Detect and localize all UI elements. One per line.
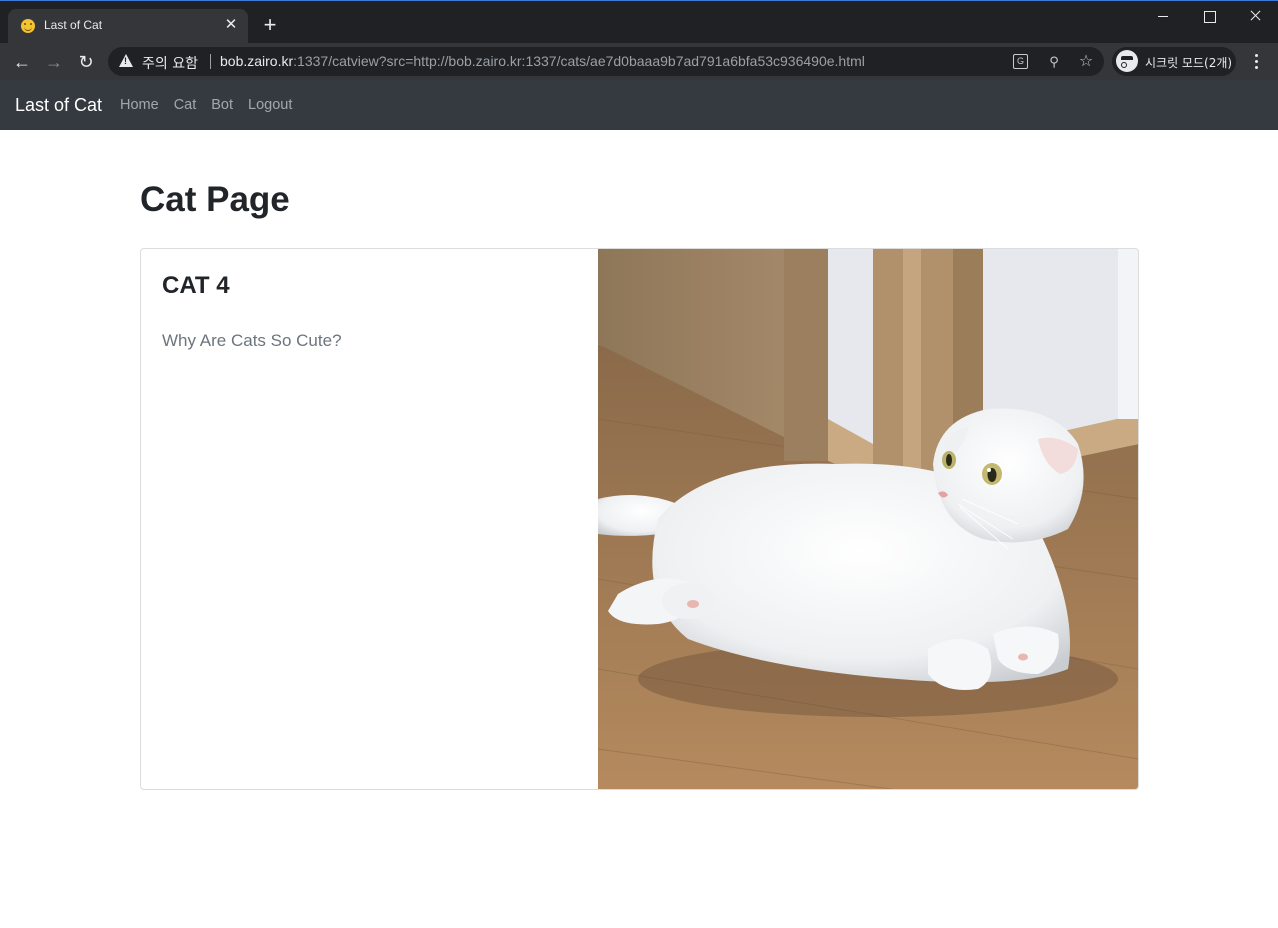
nav-link-bot[interactable]: Bot (211, 97, 233, 113)
bookmark-star-icon[interactable]: ☆ (1077, 53, 1095, 71)
nav-link-logout[interactable]: Logout (248, 97, 292, 113)
address-bar[interactable]: 주의 요함 bob.zairo.kr:1337/catview?src=http… (108, 47, 1104, 76)
tab-title: Last of Cat (44, 18, 103, 32)
new-tab-button[interactable]: + (258, 13, 282, 37)
browser-toolbar: ← → ↻ 주의 요함 bob.zairo.kr:1337/catview?sr… (0, 43, 1278, 80)
url-path: :1337/catview?src=http://bob.zairo.kr:13… (293, 53, 865, 69)
smiley-favicon-icon (21, 19, 35, 33)
browser-menu-icon[interactable] (1246, 49, 1266, 75)
zoom-icon[interactable]: ⚲ (1045, 53, 1063, 71)
tab-close-icon[interactable]: ✕ (222, 16, 240, 34)
nav-links: Home Cat Bot Logout (120, 97, 292, 113)
incognito-profile-button[interactable]: 시크릿 모드(2개) (1112, 47, 1236, 76)
card-title: CAT 4 (162, 272, 230, 299)
url-host: bob.zairo.kr (220, 53, 294, 69)
browser-tab[interactable]: Last of Cat ✕ (8, 9, 248, 44)
card-text: Why Are Cats So Cute? (162, 331, 342, 350)
nav-link-home[interactable]: Home (120, 97, 159, 113)
warning-triangle-icon[interactable] (119, 54, 133, 67)
url-text[interactable]: bob.zairo.kr:1337/catview?src=http://bob… (220, 53, 865, 69)
brand-link[interactable]: Last of Cat (15, 95, 102, 116)
nav-link-cat[interactable]: Cat (174, 97, 197, 113)
translate-icon[interactable]: G (1013, 54, 1028, 69)
maximize-window-button[interactable] (1186, 1, 1232, 31)
cat-card: CAT 4 Why Are Cats So Cute? (140, 248, 1139, 790)
address-divider (210, 54, 211, 69)
security-warning-label[interactable]: 주의 요함 (142, 53, 198, 73)
back-arrow-icon[interactable]: ← (9, 49, 35, 75)
page-title: Cat Page (140, 180, 290, 219)
incognito-label: 시크릿 모드(2개) (1145, 56, 1233, 70)
close-window-button[interactable] (1232, 1, 1278, 31)
reload-icon[interactable]: ↻ (73, 49, 99, 75)
minimize-window-button[interactable] (1140, 1, 1186, 31)
forward-arrow-icon[interactable]: → (41, 49, 67, 75)
site-navbar: Last of Cat Home Cat Bot Logout (0, 80, 1278, 130)
cat-photo (598, 249, 1138, 789)
incognito-icon (1116, 50, 1138, 72)
browser-tabstrip: Last of Cat ✕ + (0, 0, 1278, 44)
